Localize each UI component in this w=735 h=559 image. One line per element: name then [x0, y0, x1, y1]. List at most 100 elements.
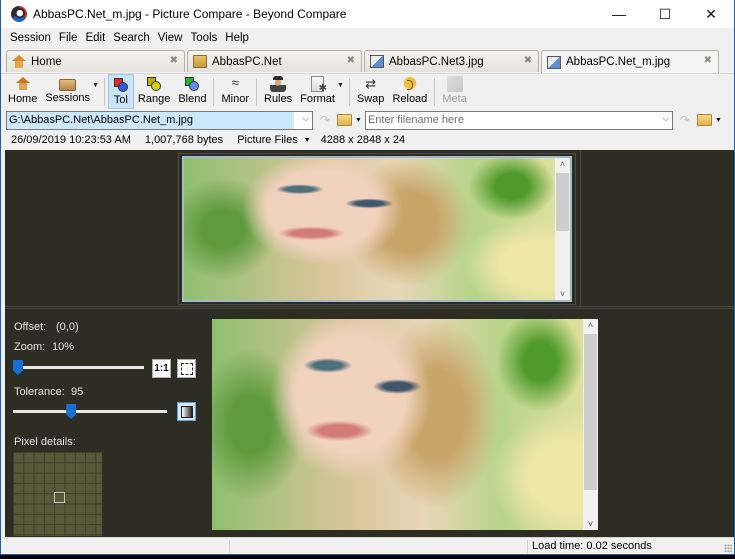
format-dropdown-arrow-icon[interactable]: ▼	[304, 137, 311, 144]
horizontal-splitter[interactable]	[5, 306, 734, 309]
tab-label: AbbasPC.Net	[212, 55, 282, 68]
menu-tools[interactable]: Tools	[186, 32, 221, 44]
tab-close-icon[interactable]: ✖	[524, 55, 532, 66]
minor-button-label: Minor	[221, 93, 249, 105]
left-path-input[interactable]	[7, 111, 294, 129]
browse-dropdown-arrow-icon[interactable]: ▼	[715, 117, 722, 124]
right-path-input[interactable]	[365, 111, 672, 129]
tab-picture-compare-net3[interactable]: AbbasPC.Net3.jpg ✖	[364, 50, 539, 72]
meta-button[interactable]: Meta	[438, 74, 470, 109]
file-size: 1,007,768 bytes	[144, 134, 224, 146]
offset-label: Offset:	[14, 321, 47, 333]
minimize-button[interactable]: —	[596, 0, 642, 28]
gradient-icon	[180, 405, 193, 418]
tab-picture-compare-net-m[interactable]: AbbasPC.Net_m.jpg ✖	[541, 50, 719, 73]
beyond-compare-logo-icon	[11, 6, 27, 22]
tab-label: AbbasPC.Net3.jpg	[389, 55, 484, 68]
comparison-image	[212, 319, 598, 530]
tab-folder-compare[interactable]: AbbasPC.Net ✖	[187, 50, 362, 72]
next-file-icon[interactable]: ↷	[317, 112, 333, 128]
scrollbar-thumb[interactable]	[584, 334, 597, 490]
menu-search[interactable]: Search	[109, 32, 153, 44]
open-folder-icon[interactable]	[337, 114, 352, 126]
maximize-button[interactable]: ☐	[642, 0, 688, 28]
tolerance-gradient-button[interactable]	[177, 402, 196, 421]
sessions-button-label: Sessions	[45, 92, 90, 104]
actual-size-button[interactable]: 1:1	[152, 359, 171, 378]
left-image-scrollbar[interactable]: ˄ ˅	[555, 158, 570, 300]
window-controls: — ☐ ✕	[596, 0, 734, 28]
next-file-icon[interactable]: ↷	[677, 112, 693, 128]
picture-compare-icon	[370, 55, 384, 68]
chevron-down-icon[interactable]: ⌵	[662, 113, 669, 124]
tolerance-slider-thumb[interactable]	[66, 404, 77, 419]
tab-close-icon[interactable]: ✖	[704, 55, 712, 66]
swap-button-label: Swap	[356, 93, 385, 105]
referee-icon	[270, 76, 287, 92]
home-button[interactable]: Home	[4, 74, 41, 109]
scroll-down-icon[interactable]: ˅	[555, 289, 570, 299]
right-path-combo[interactable]: ⌵	[364, 110, 673, 130]
menu-session[interactable]: Session	[6, 32, 55, 44]
home-icon	[12, 55, 26, 68]
zoom-label: Zoom:	[14, 341, 46, 353]
scrollbar-thumb[interactable]	[556, 173, 569, 231]
swap-icon: ⇄	[365, 76, 377, 91]
tolerance-slider[interactable]	[13, 404, 167, 419]
menu-help[interactable]: Help	[221, 32, 253, 44]
approx-equal-icon: ≈	[231, 75, 239, 90]
window-title: AbbasPC.Net_m.jpg - Picture Compare - Be…	[33, 7, 347, 21]
reload-button[interactable]: Reload	[388, 74, 431, 109]
tab-close-icon[interactable]: ✖	[347, 55, 355, 66]
browse-dropdown-arrow-icon[interactable]: ▼	[355, 117, 362, 124]
blend-mode-button[interactable]: Blend	[174, 74, 210, 109]
status-bar: Load time: 0.02 seconds	[1, 537, 734, 554]
resize-grip-icon[interactable]	[724, 544, 732, 552]
comparison-image-scrollbar[interactable]: ˄ ˅	[583, 319, 598, 530]
tolerance-value: 95	[71, 386, 84, 398]
toolbar-separator	[213, 78, 215, 106]
close-button[interactable]: ✕	[688, 0, 734, 28]
format-button[interactable]: Format	[296, 74, 339, 109]
left-image-viewport[interactable]: ˄ ˅	[182, 156, 572, 302]
comparison-image-viewport[interactable]: ˄ ˅	[212, 319, 598, 530]
tolerance-mode-button[interactable]: Tol	[107, 74, 134, 109]
chevron-down-icon[interactable]: ⌵	[302, 113, 309, 124]
menu-edit[interactable]: Edit	[81, 32, 109, 44]
scroll-down-icon[interactable]: ˅	[583, 519, 598, 529]
fit-to-window-button[interactable]	[177, 359, 196, 378]
range-mode-button[interactable]: Range	[134, 74, 174, 109]
blend-button-label: Blend	[178, 93, 207, 105]
metadata-icon	[446, 76, 463, 92]
tab-close-icon[interactable]: ✖	[170, 55, 178, 66]
picture-compare-icon	[547, 55, 561, 69]
tab-home[interactable]: Home ✖	[6, 50, 185, 72]
pixel-details-label: Pixel details:	[14, 436, 76, 448]
rules-button[interactable]: Rules	[260, 74, 296, 109]
tab-label: AbbasPC.Net_m.jpg	[566, 56, 671, 68]
open-folder-icon[interactable]	[696, 114, 712, 126]
toolbar-separator	[434, 78, 436, 106]
swap-button[interactable]: ⇄ Swap	[353, 74, 389, 109]
meta-button-label: Meta	[442, 93, 467, 105]
tol-button-label: Tol	[113, 94, 128, 106]
scroll-up-icon[interactable]: ˄	[583, 320, 598, 330]
minor-button[interactable]: ≈ Minor	[217, 74, 253, 109]
home-icon	[15, 76, 31, 92]
menu-view[interactable]: View	[154, 32, 187, 44]
pixel-cursor	[54, 492, 65, 503]
zoom-slider-thumb[interactable]	[13, 360, 23, 375]
title-bar: AbbasPC.Net_m.jpg - Picture Compare - Be…	[1, 0, 734, 28]
briefcase-icon	[59, 79, 77, 91]
tolerance-icon	[113, 77, 129, 93]
reload-icon	[401, 76, 418, 92]
range-button-label: Range	[137, 93, 171, 105]
zoom-slider[interactable]	[13, 360, 144, 375]
sessions-button[interactable]: Sessions	[41, 74, 94, 109]
file-format-selector[interactable]: Picture Files	[237, 134, 298, 146]
scroll-up-icon[interactable]: ˄	[555, 159, 570, 169]
menu-file[interactable]: File	[55, 32, 82, 44]
reload-button-label: Reload	[392, 93, 428, 105]
tolerance-label: Tolerance:	[14, 386, 65, 398]
left-path-combo[interactable]: ⌵	[6, 110, 313, 130]
